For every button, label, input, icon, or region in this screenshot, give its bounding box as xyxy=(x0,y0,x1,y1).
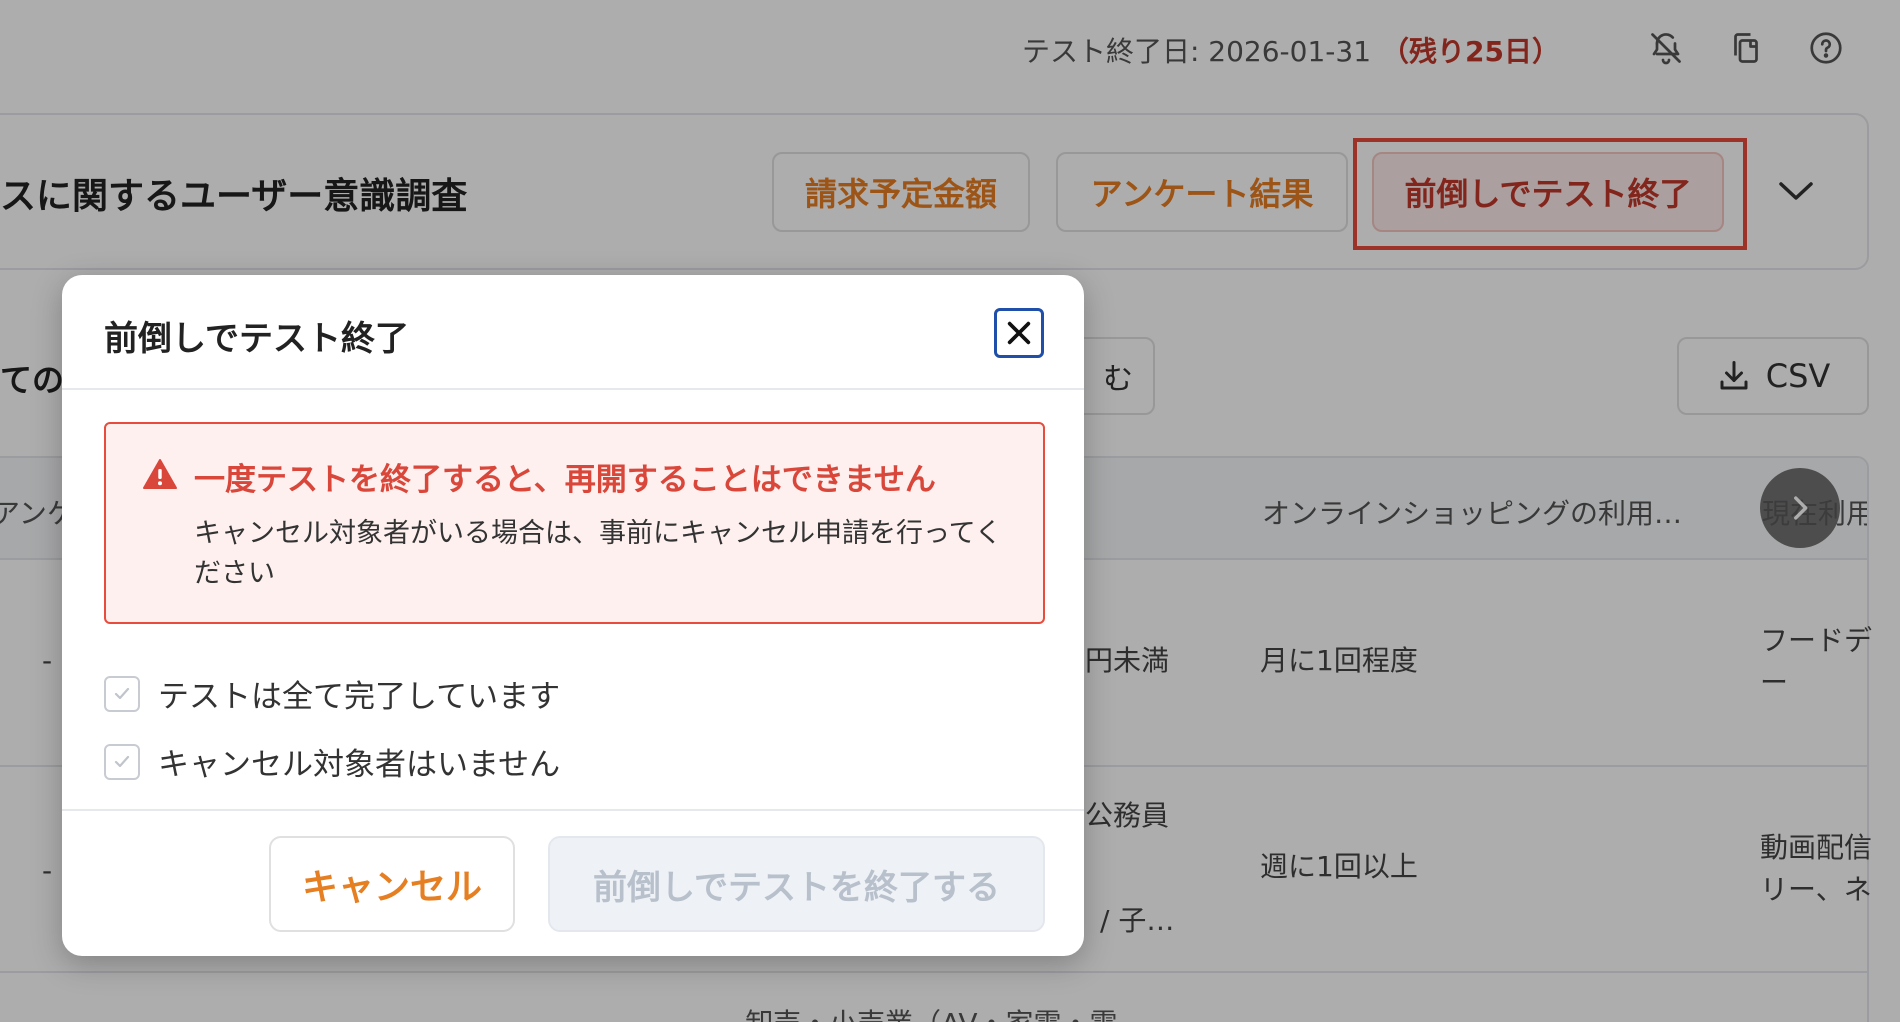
checkmark-icon xyxy=(114,755,130,767)
checkbox-label: テストは全て完了しています xyxy=(158,679,561,715)
warning-icon xyxy=(143,459,177,489)
dialog-title: 前倒しでテスト終了 xyxy=(104,319,409,359)
survey-detail-page: テスト終了日: 2026-01-31 （残り25日） スに関するユーザー意識調査 … xyxy=(0,0,1900,1022)
warning-alert: 一度テストを終了すると、再開することはできません キャンセル対象者がいる場合は、… xyxy=(104,422,1045,624)
close-icon xyxy=(1007,321,1031,345)
alert-title: 一度テストを終了すると、再開することはできません xyxy=(194,462,936,498)
end-test-early-dialog: 前倒しでテスト終了 一度テストを終了すると、再開することはできません キャンセル… xyxy=(62,275,1084,956)
checkbox-label: キャンセル対象者はいません xyxy=(158,747,561,783)
alert-body: キャンセル対象者がいる場合は、事前にキャンセル申請を行ってください xyxy=(194,518,1002,589)
checkbox[interactable] xyxy=(104,743,140,780)
close-button[interactable] xyxy=(994,308,1044,358)
checkbox-tests-completed[interactable]: テストは全て完了しています xyxy=(104,671,560,716)
confirm-end-test-button[interactable]: 前倒しでテストを終了する xyxy=(548,836,1045,932)
dialog-divider xyxy=(62,809,1084,811)
cancel-button[interactable]: キャンセル xyxy=(269,836,515,932)
checkmark-icon xyxy=(114,687,130,699)
dialog-divider xyxy=(62,388,1084,390)
checkbox[interactable] xyxy=(104,675,140,712)
checkbox-no-cancellations[interactable]: キャンセル対象者はいません xyxy=(104,739,560,784)
